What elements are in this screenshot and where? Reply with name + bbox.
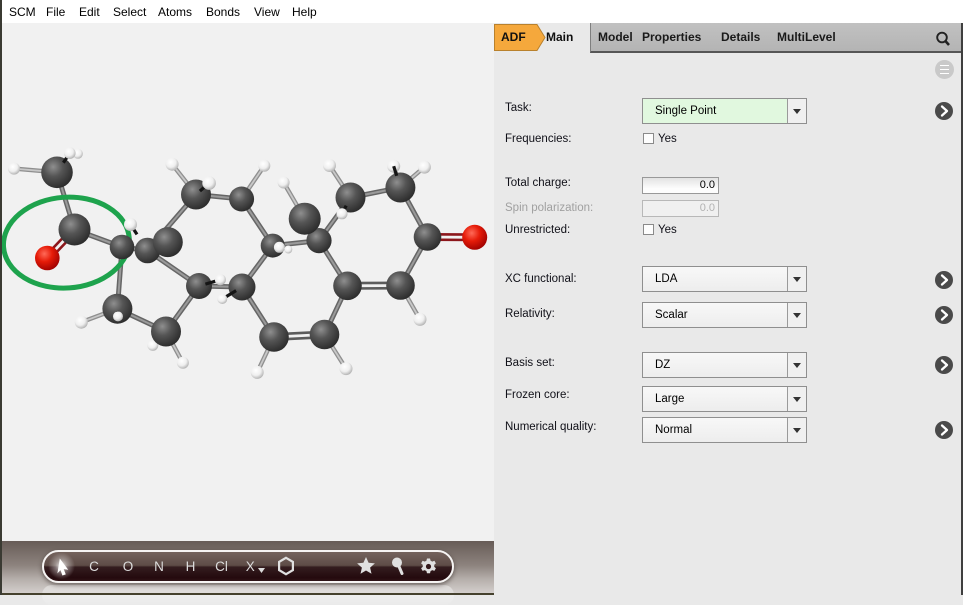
svg-text:N: N [154,559,164,574]
svg-text:O: O [123,559,134,574]
svg-text:X: X [246,559,255,574]
svg-text:Cl: Cl [215,559,228,574]
svg-text:C: C [89,559,99,574]
svg-text:H: H [186,559,196,574]
